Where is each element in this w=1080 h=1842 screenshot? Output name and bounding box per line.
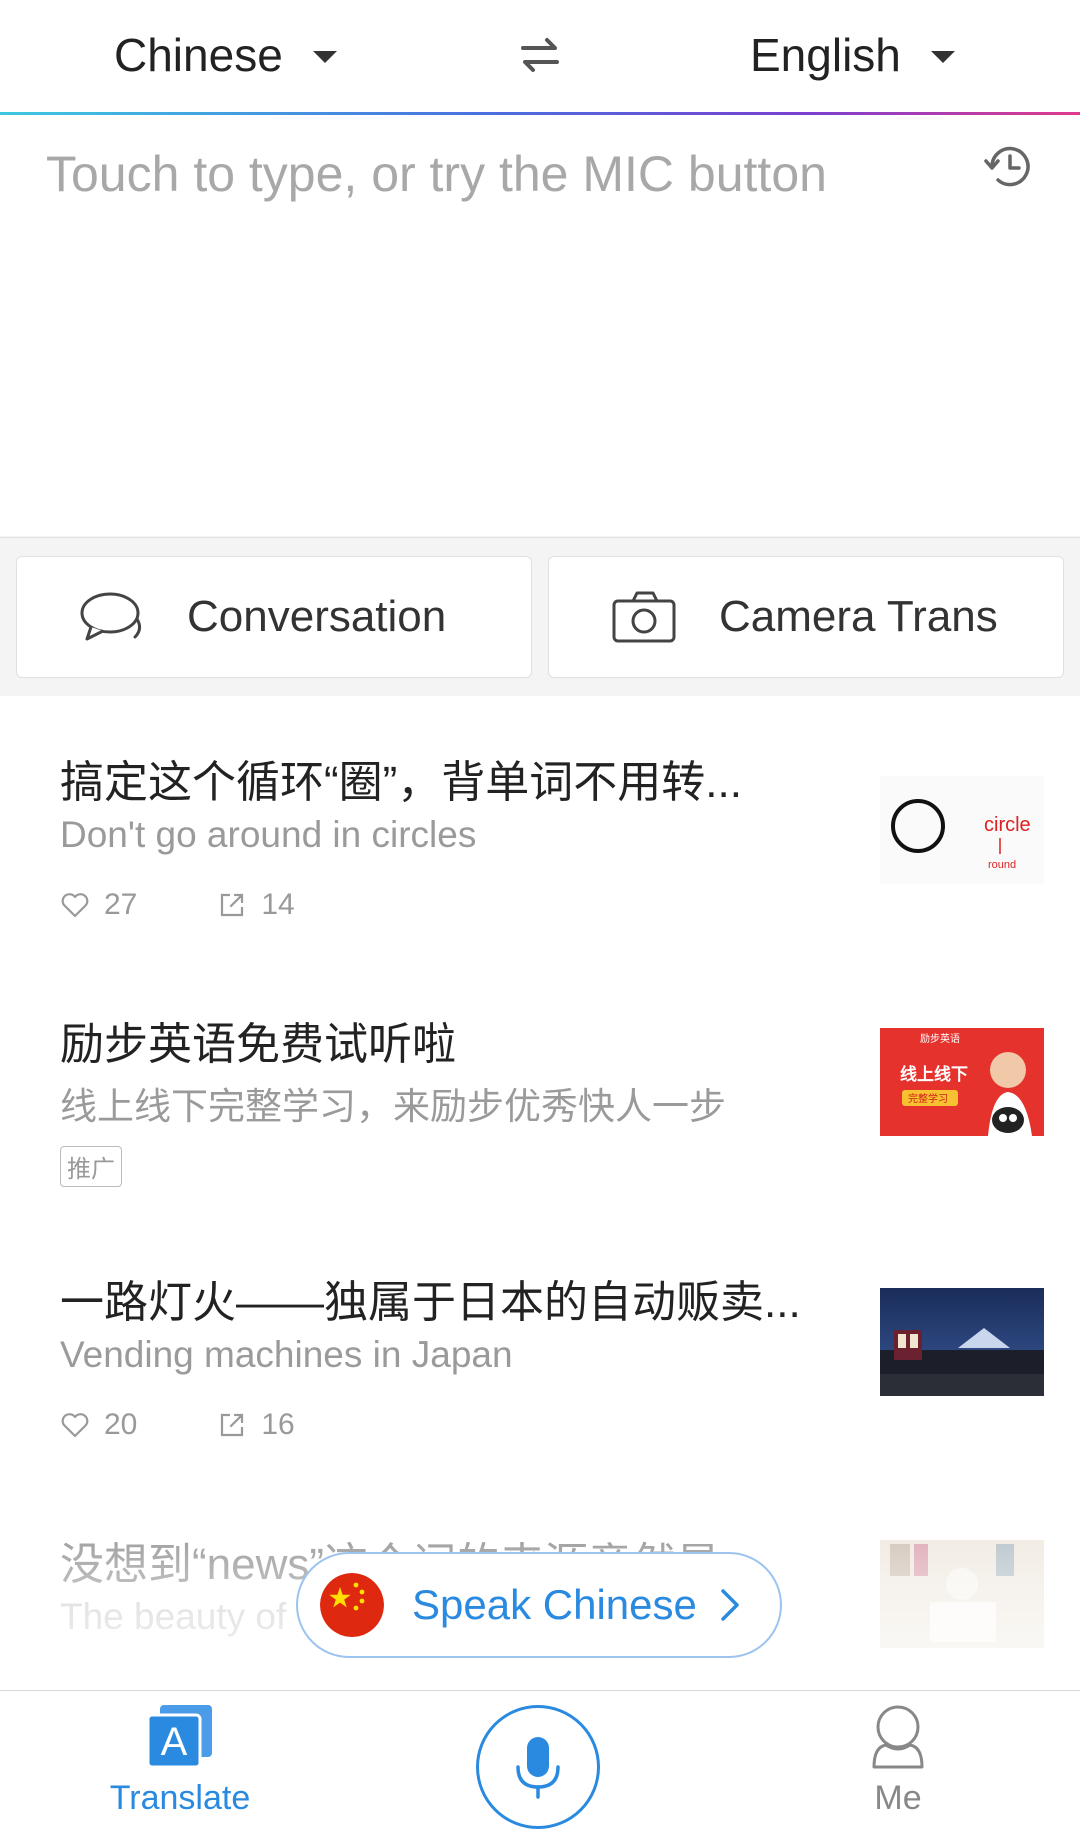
promo-tag: 推广	[60, 1146, 122, 1187]
article-subtitle: The beauty of	[60, 1596, 287, 1637]
source-language-label: Chinese	[114, 29, 283, 81]
chat-bubble-icon	[80, 592, 142, 641]
article-title: 一路灯火——独属于日本的自动贩卖...	[60, 1278, 801, 1327]
like-count[interactable]: 27	[60, 888, 137, 922]
article-card-ad[interactable]: 励步英语免费试听啦 线上线下完整学习，来励步优秀快人一步 推广 励步英语 线上线…	[0, 958, 1080, 1217]
svg-text:circle: circle	[984, 814, 1031, 836]
svg-text:A: A	[161, 1720, 188, 1764]
ad-banner-image: 励步英语 线上线下 完整学习	[880, 1028, 1044, 1136]
share-count[interactable]: 14	[217, 888, 295, 922]
nav-translate-label: Translate	[109, 1779, 251, 1817]
microphone-icon	[516, 1737, 560, 1799]
article-subtitle: Vending machines in Japan	[60, 1334, 513, 1375]
heart-icon	[61, 893, 89, 918]
target-language-selector[interactable]: English	[750, 20, 955, 90]
caret-down-icon	[930, 51, 955, 63]
article-meta: 20 16	[60, 1408, 375, 1442]
bottom-navigation: A Translate Me	[0, 1690, 1080, 1842]
history-icon[interactable]	[980, 139, 1036, 195]
conversation-label: Conversation	[187, 592, 447, 641]
article-title: 励步英语免费试听啦	[60, 1020, 456, 1069]
input-placeholder: Touch to type, or try the MIC button	[46, 146, 827, 202]
like-count[interactable]: 20	[60, 1408, 137, 1442]
share-icon	[221, 1413, 244, 1437]
article-thumbnail: 励步英语 线上线下 完整学习	[880, 1028, 1044, 1136]
night-vending-machines-photo	[880, 1288, 1044, 1396]
article-subtitle: 线上线下完整学习，来励步优秀快人一步	[60, 1086, 726, 1127]
swap-languages-icon[interactable]	[515, 30, 565, 80]
svg-text:round: round	[988, 859, 1016, 871]
article-thumbnail	[880, 1540, 1044, 1648]
camera-translate-label: Camera Trans	[719, 592, 998, 641]
nav-me[interactable]: Me	[838, 1701, 958, 1818]
caret-down-icon	[312, 51, 337, 63]
camera-translate-button[interactable]: Camera Trans	[548, 556, 1064, 678]
article-feed: 搞定这个循环“圈”，背单词不用转... Don't go around in c…	[0, 696, 1080, 1690]
article-card[interactable]: 搞定这个循环“圈”，背单词不用转... Don't go around in c…	[0, 696, 1080, 959]
svg-text:励步英语: 励步英语	[920, 1032, 960, 1045]
article-thumbnail	[880, 1288, 1044, 1396]
conversation-button[interactable]: Conversation	[16, 556, 532, 678]
article-thumbnail: circle round	[880, 776, 1044, 884]
circle-illustration: circle round	[891, 799, 1031, 871]
reading-doll-photo	[880, 1540, 1044, 1648]
heart-icon	[61, 1413, 89, 1438]
share-count[interactable]: 16	[217, 1408, 295, 1442]
language-bar: Chinese English	[0, 0, 1080, 112]
china-flag-icon	[320, 1573, 384, 1637]
article-meta: 27 14	[60, 888, 375, 922]
nav-translate[interactable]: A Translate	[100, 1701, 260, 1818]
target-language-label: English	[750, 29, 901, 81]
speak-button-label: Speak Chinese	[412, 1581, 697, 1628]
microphone-button[interactable]	[476, 1705, 600, 1829]
article-title: 搞定这个循环“圈”，背单词不用转...	[60, 758, 742, 807]
svg-text:线上线下: 线上线下	[900, 1064, 968, 1084]
speak-chinese-button[interactable]: Speak Chinese	[296, 1552, 782, 1658]
share-icon	[221, 893, 244, 917]
text-input-area[interactable]: Touch to type, or try the MIC button	[0, 115, 1080, 536]
article-subtitle: Don't go around in circles	[60, 814, 477, 855]
article-card[interactable]: 一路灯火——独属于日本的自动贩卖... Vending machines in …	[0, 1216, 1080, 1479]
user-profile-icon	[872, 1705, 924, 1769]
svg-text:完整学习: 完整学习	[908, 1092, 948, 1105]
nav-me-label: Me	[874, 1779, 922, 1817]
translate-icon: A	[146, 1705, 212, 1769]
camera-icon	[612, 591, 676, 643]
action-buttons-row: Conversation Camera Trans	[0, 537, 1080, 696]
source-language-selector[interactable]: Chinese	[114, 20, 337, 90]
chevron-right-icon	[721, 1589, 739, 1621]
